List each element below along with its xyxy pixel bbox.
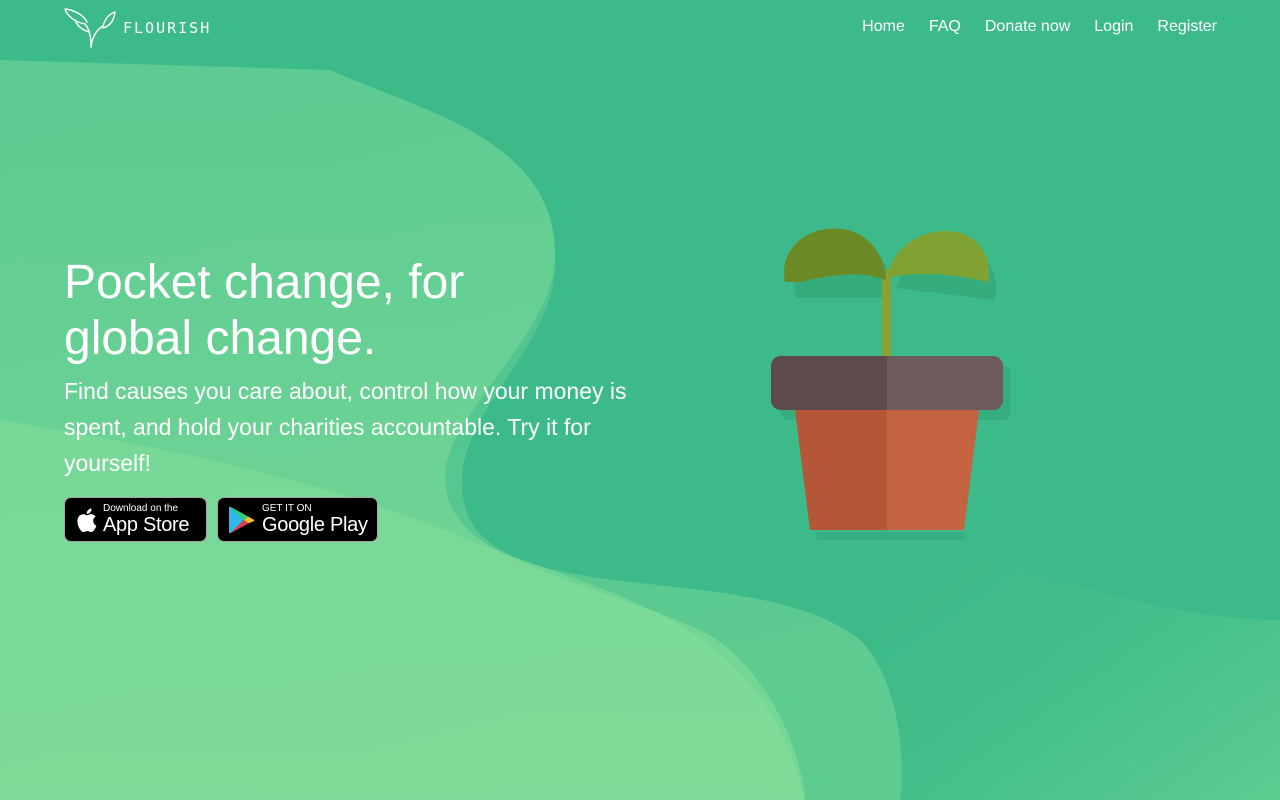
google-play-small-label: GET IT ON (262, 503, 312, 514)
brand-name: FLOURISH (123, 19, 212, 37)
nav-register-link[interactable]: Register (1157, 17, 1217, 37)
potted-sprout-illustration (771, 228, 1010, 540)
nav-faq-link[interactable]: FAQ (929, 17, 961, 37)
app-store-button[interactable]: Download on the App Store (64, 497, 207, 542)
left-leaf (784, 228, 886, 282)
app-store-small-label: Download on the (103, 503, 179, 514)
sprout-leaves-icon (64, 8, 116, 48)
hero-title: Pocket change, for global change. (64, 255, 644, 367)
nav-links: Home FAQ Donate now Login Register (838, 17, 1217, 37)
nav-login-link[interactable]: Login (1094, 17, 1133, 37)
apple-icon (77, 507, 97, 532)
hero-section: Pocket change, for global change. Find c… (64, 255, 644, 542)
google-play-icon (229, 506, 255, 533)
brand-logo-link[interactable]: FLOURISH (63, 8, 211, 48)
app-store-big-label: App Store (103, 514, 190, 536)
hero-title-line-2: global change. (64, 312, 377, 365)
google-play-big-label: Google Play (262, 514, 368, 536)
store-badges: Download on the App Store GET IT ON Goog… (64, 497, 644, 542)
hero-title-line-1: Pocket change, for (64, 256, 465, 309)
hero-subtitle: Find causes you care about, control how … (64, 378, 627, 476)
google-play-button[interactable]: GET IT ON Google Play (217, 497, 378, 542)
google-play-text: GET IT ON Google Play (262, 503, 368, 536)
nav-home-link[interactable]: Home (862, 17, 905, 37)
app-store-text: Download on the App Store (103, 503, 190, 536)
nav-donate-link[interactable]: Donate now (985, 17, 1070, 37)
top-navbar: FLOURISH Home FAQ Donate now Login Regis… (0, 0, 1280, 56)
sprout-stem (882, 270, 891, 360)
